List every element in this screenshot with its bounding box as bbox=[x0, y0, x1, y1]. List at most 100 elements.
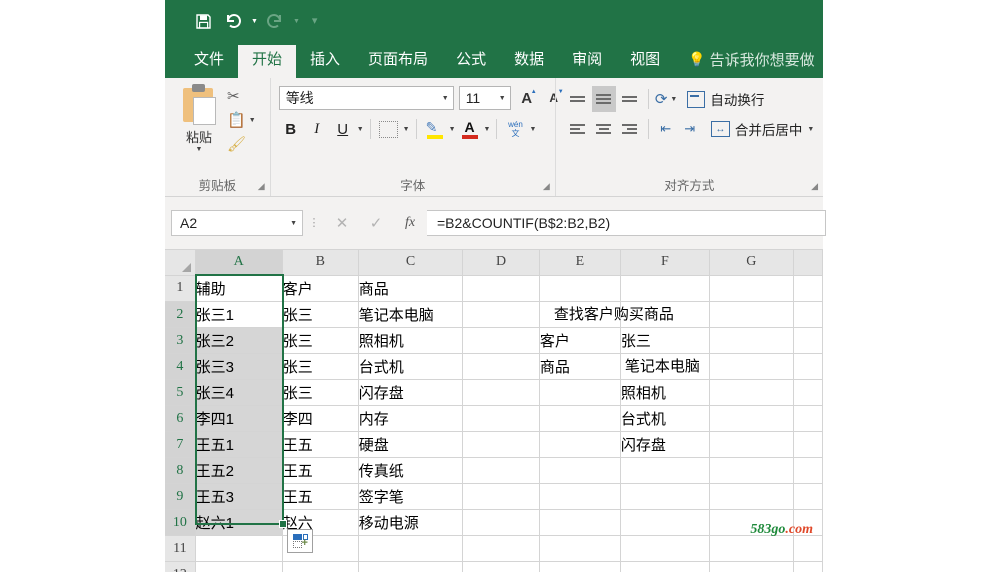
align-center-button[interactable] bbox=[592, 116, 616, 142]
tab-file[interactable]: 文件 bbox=[180, 45, 238, 78]
cell-C4[interactable]: 台式机 bbox=[358, 354, 462, 380]
cell-D6[interactable] bbox=[463, 406, 540, 432]
cell-G6[interactable] bbox=[709, 406, 793, 432]
cell-F1[interactable] bbox=[620, 275, 709, 302]
cell-C8[interactable]: 传真纸 bbox=[358, 458, 462, 484]
cell-F4[interactable]: 笔记本电脑 bbox=[620, 354, 709, 380]
cell-E5[interactable] bbox=[539, 380, 620, 406]
column-header-C[interactable]: C bbox=[358, 250, 462, 275]
fill-color-button[interactable]: ✎ bbox=[423, 116, 447, 142]
font-dialog-launcher-icon[interactable]: ◢ bbox=[543, 181, 550, 192]
merge-dropdown-icon[interactable]: ▼ bbox=[807, 126, 814, 133]
merge-center-button[interactable]: ↔ 合并后居中 ▼ bbox=[711, 119, 814, 139]
column-header-G[interactable]: G bbox=[709, 250, 793, 275]
cell-A9[interactable]: 王五3 bbox=[195, 484, 282, 510]
cell-G9[interactable] bbox=[709, 484, 793, 510]
tab-insert[interactable]: 插入 bbox=[296, 45, 354, 78]
clipboard-dialog-launcher-icon[interactable]: ◢ bbox=[258, 181, 265, 192]
increase-indent-button[interactable]: ⇥ bbox=[679, 118, 701, 140]
cell-B6[interactable]: 李四 bbox=[282, 406, 358, 432]
align-left-button[interactable] bbox=[566, 116, 590, 142]
cell-H2[interactable] bbox=[793, 302, 822, 328]
cell-B5[interactable]: 张三 bbox=[282, 380, 358, 406]
cell-E7[interactable] bbox=[539, 432, 620, 458]
cell-G1[interactable] bbox=[709, 275, 793, 302]
row-header-1[interactable]: 1 bbox=[165, 275, 195, 302]
cell-C3[interactable]: 照相机 bbox=[358, 328, 462, 354]
cell-F9[interactable] bbox=[620, 484, 709, 510]
cell-A5[interactable]: 张三4 bbox=[195, 380, 282, 406]
save-icon[interactable] bbox=[190, 8, 216, 34]
cell-A3[interactable]: 张三2 bbox=[195, 328, 282, 354]
cell-G11[interactable] bbox=[709, 536, 793, 562]
cell-A11[interactable] bbox=[195, 536, 282, 562]
cell-A7[interactable]: 王五1 bbox=[195, 432, 282, 458]
cell-C1[interactable]: 商品 bbox=[358, 275, 462, 302]
cancel-formula-icon[interactable]: ✕ bbox=[325, 210, 359, 236]
cell-E2[interactable]: 查找客户购买商品 bbox=[539, 302, 620, 328]
tab-review[interactable]: 审阅 bbox=[558, 45, 616, 78]
cell-C7[interactable]: 硬盘 bbox=[358, 432, 462, 458]
font-name-dropdown-icon[interactable]: ▼ bbox=[442, 95, 449, 102]
name-box-dropdown-icon[interactable]: ▼ bbox=[290, 220, 297, 227]
alignment-dialog-launcher-icon[interactable]: ◢ bbox=[811, 181, 818, 192]
cell-C6[interactable]: 内存 bbox=[358, 406, 462, 432]
wrap-text-button[interactable]: 自动换行 bbox=[687, 89, 764, 109]
fill-handle[interactable] bbox=[279, 520, 287, 528]
cell-H1[interactable] bbox=[793, 275, 822, 302]
cell-D11[interactable] bbox=[463, 536, 540, 562]
cell-G8[interactable] bbox=[709, 458, 793, 484]
cell-C9[interactable]: 签字笔 bbox=[358, 484, 462, 510]
underline-dropdown-icon[interactable]: ▼ bbox=[357, 126, 364, 133]
paste-dropdown-icon[interactable]: ▼ bbox=[173, 146, 225, 153]
tab-formulas[interactable]: 公式 bbox=[442, 45, 500, 78]
cell-H6[interactable] bbox=[793, 406, 822, 432]
cell-B7[interactable]: 王五 bbox=[282, 432, 358, 458]
cell-B3[interactable]: 张三 bbox=[282, 328, 358, 354]
cell-E11[interactable] bbox=[539, 536, 620, 562]
formula-input[interactable]: =B2&COUNTIF(B$2:B2,B2) bbox=[427, 210, 826, 236]
row-header-5[interactable]: 5 bbox=[165, 380, 195, 406]
cell-E1[interactable] bbox=[539, 275, 620, 302]
decrease-indent-button[interactable]: ⇤ bbox=[655, 118, 677, 140]
tell-me-box[interactable]: 💡 告诉我你想要做 bbox=[674, 44, 822, 78]
format-painter-button[interactable]: 🖌 bbox=[227, 132, 267, 156]
orientation-button[interactable]: ⟳ ▼ bbox=[655, 90, 678, 108]
cell-D7[interactable] bbox=[463, 432, 540, 458]
copy-dropdown-icon[interactable]: ▼ bbox=[249, 117, 256, 124]
orientation-dropdown-icon[interactable]: ▼ bbox=[670, 96, 677, 103]
font-color-button[interactable]: A bbox=[458, 116, 482, 142]
formula-bar-handle[interactable]: ⋮ bbox=[303, 221, 325, 226]
cell-D4[interactable] bbox=[463, 354, 540, 380]
cell-D1[interactable] bbox=[463, 275, 540, 302]
column-header-B[interactable]: B bbox=[282, 250, 358, 275]
cell-D8[interactable] bbox=[463, 458, 540, 484]
tab-page-layout[interactable]: 页面布局 bbox=[354, 45, 442, 78]
autofill-options-button[interactable]: + bbox=[287, 529, 313, 553]
cell-G4[interactable] bbox=[709, 354, 793, 380]
align-bottom-button[interactable] bbox=[618, 86, 642, 112]
confirm-formula-icon[interactable]: ✓ bbox=[359, 210, 393, 236]
cell-F11[interactable] bbox=[620, 536, 709, 562]
row-header-2[interactable]: 2 bbox=[165, 302, 195, 328]
align-top-button[interactable] bbox=[566, 86, 590, 112]
borders-button[interactable] bbox=[377, 116, 401, 142]
name-box[interactable]: A2 ▼ bbox=[171, 210, 303, 236]
row-header-6[interactable]: 6 bbox=[165, 406, 195, 432]
font-size-dropdown-icon[interactable]: ▼ bbox=[499, 95, 506, 102]
cell-G7[interactable] bbox=[709, 432, 793, 458]
row-header-4[interactable]: 4 bbox=[165, 354, 195, 380]
cell-A10[interactable]: 赵六1 bbox=[195, 510, 282, 536]
customize-qat-icon[interactable]: ▾ bbox=[312, 16, 318, 27]
cell-D2[interactable] bbox=[463, 302, 540, 328]
insert-function-icon[interactable]: fx bbox=[393, 210, 427, 236]
cell-B12[interactable] bbox=[282, 562, 358, 572]
undo-icon[interactable] bbox=[220, 8, 246, 34]
borders-dropdown-icon[interactable]: ▼ bbox=[403, 126, 410, 133]
tab-view[interactable]: 视图 bbox=[616, 45, 674, 78]
cell-C11[interactable] bbox=[358, 536, 462, 562]
cell-E9[interactable] bbox=[539, 484, 620, 510]
cell-A8[interactable]: 王五2 bbox=[195, 458, 282, 484]
cell-B8[interactable]: 王五 bbox=[282, 458, 358, 484]
cut-button[interactable]: ✂ bbox=[227, 84, 267, 108]
